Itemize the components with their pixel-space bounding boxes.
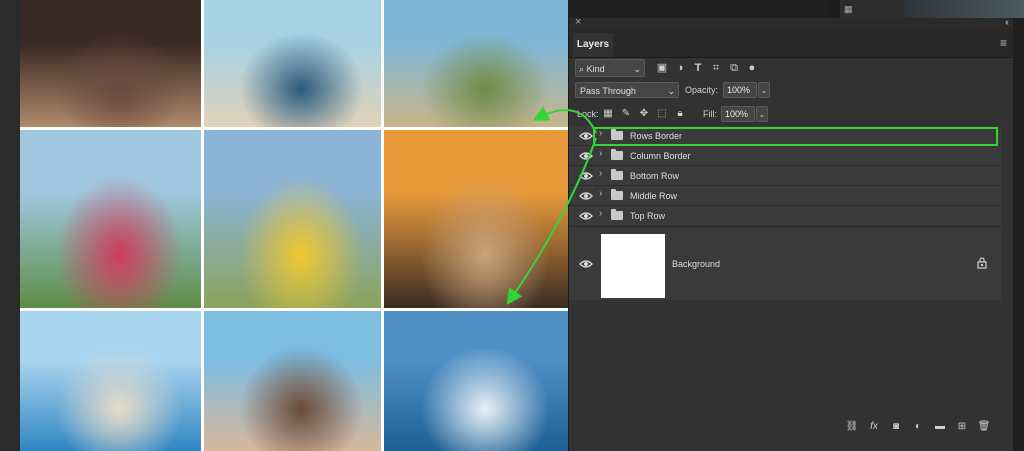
folder-icon [611,209,623,220]
close-icon[interactable]: × [575,16,581,28]
chevron-right-icon[interactable]: › [599,168,602,179]
tab-layers[interactable]: Layers [573,33,613,57]
eye-icon[interactable] [579,130,593,142]
document-canvas[interactable] [0,0,568,451]
chevron-down-icon: ⌄ [633,64,641,74]
type-filter-icon[interactable]: T [691,61,705,75]
layers-panel: × ‹‹ Layers ≡ ⌕ Kind ⌄ ▣ ◑ T ⌗ ⧉ ● Pass … [568,16,1013,451]
photo-sunset-blanket [384,130,568,308]
eye-icon[interactable] [579,150,593,162]
folder-icon [611,169,623,180]
mask-icon[interactable]: ◙ [889,420,903,434]
layer-row[interactable]: › Column Border [569,146,1001,166]
image-filter-icon[interactable]: ▣ [655,61,669,75]
fill-field[interactable]: 100% [721,106,755,122]
background-layer-row[interactable]: Background [569,228,1001,300]
lock-artboard-icon[interactable]: ⬚ [655,107,669,121]
adjustment-filter-icon[interactable]: ◑ [673,61,687,75]
tools-icon[interactable]: ▦ [844,4,858,14]
layer-name: Bottom Row [630,171,680,181]
photo-flowers-bay [20,130,201,308]
layer-row[interactable]: › Middle Row [569,186,1001,206]
lock-all-icon[interactable]: 🔒︎ [673,107,687,121]
panel-tab-bar: Layers ≡ [569,29,1013,58]
chevron-down-icon: ⌄ [667,86,675,96]
eye-icon[interactable] [579,210,593,222]
opacity-field[interactable]: 100% [723,82,757,98]
panel-dock-strip: ▦ [830,0,1024,18]
panel-header-strip: × ‹‹ [569,16,1013,29]
layer-row[interactable]: › Bottom Row [569,166,1001,186]
lock-pixels-icon[interactable]: ✎ [619,107,633,121]
photo-boat-wake [384,311,568,451]
layer-row[interactable]: › Top Row [569,206,1001,226]
photo-group-selfie [20,0,201,127]
layers-list: › Rows Border › Column Border › Bottom R… [569,126,1001,306]
blend-mode-value: Pass Through [580,86,636,96]
lock-row: Lock: ▦ ✎ ✥ ⬚ 🔒︎ Fill: 100% ⌄ [575,106,1005,124]
folder-icon [611,129,623,140]
layer-name: Rows Border [630,131,683,141]
link-layers-icon[interactable]: ⛓︎ [845,420,859,434]
chevron-right-icon[interactable]: › [599,188,602,199]
search-icon: ⌕ [579,64,585,74]
photo-beach-reading [20,311,201,451]
opacity-label: Opacity: [685,85,719,95]
chevron-right-icon[interactable]: › [599,148,602,159]
eye-icon[interactable] [579,258,593,270]
layer-name: Column Border [630,151,691,161]
panel-menu-icon[interactable]: ≡ [1000,36,1007,50]
layer-name: Background [672,259,721,269]
adjustment-layer-icon[interactable]: ◐ [911,420,925,434]
collapse-icon[interactable]: ‹‹ [1005,17,1009,27]
filter-toggle-icon[interactable]: ● [745,61,759,75]
lock-transparency-icon[interactable]: ▦ [601,107,615,121]
layer-name: Top Row [630,211,666,221]
chevron-right-icon[interactable]: › [599,208,602,219]
fill-label: Fill: [703,109,717,119]
layer-name: Middle Row [630,191,678,201]
eye-icon[interactable] [579,170,593,182]
kind-filter-label: Kind [586,64,605,74]
blend-mode-select[interactable]: Pass Through ⌄ [575,82,679,98]
layer-thumbnail [601,234,665,298]
folder-icon [611,149,623,160]
layer-filter-row: ⌕ Kind ⌄ ▣ ◑ T ⌗ ⧉ ● [575,59,1005,79]
blending-row: Pass Through ⌄ Opacity: 100% ⌄ [575,82,1005,100]
fill-dropdown-icon[interactable]: ⌄ [756,106,768,122]
photo-books-sunglasses [204,0,381,127]
photo-grid [20,0,568,451]
new-group-icon[interactable]: ▬ [933,420,947,434]
fx-icon[interactable]: fx [867,420,881,434]
new-layer-icon[interactable]: ⊞ [955,420,969,434]
photo-hikers-cliff [384,0,568,127]
lock-icon [977,257,987,269]
layer-row[interactable]: › Rows Border [569,126,1001,146]
opacity-dropdown-icon[interactable]: ⌄ [758,82,770,98]
lock-position-icon[interactable]: ✥ [637,107,651,121]
folder-icon [611,189,623,200]
lock-label: Lock: [577,109,599,119]
shape-filter-icon[interactable]: ⌗ [709,61,723,75]
chevron-right-icon[interactable]: › [599,128,602,139]
smart-object-filter-icon[interactable]: ⧉ [727,61,741,75]
panel-bottom-toolbar: ⛓︎ fx ◙ ◐ ▬ ⊞ 🗑︎ [569,416,1013,440]
photo-picnic-man [204,130,381,308]
kind-filter-select[interactable]: ⌕ Kind ⌄ [575,59,645,77]
delete-icon[interactable]: 🗑︎ [977,420,991,434]
eye-icon[interactable] [579,190,593,202]
photo-couple-beach [204,311,381,451]
